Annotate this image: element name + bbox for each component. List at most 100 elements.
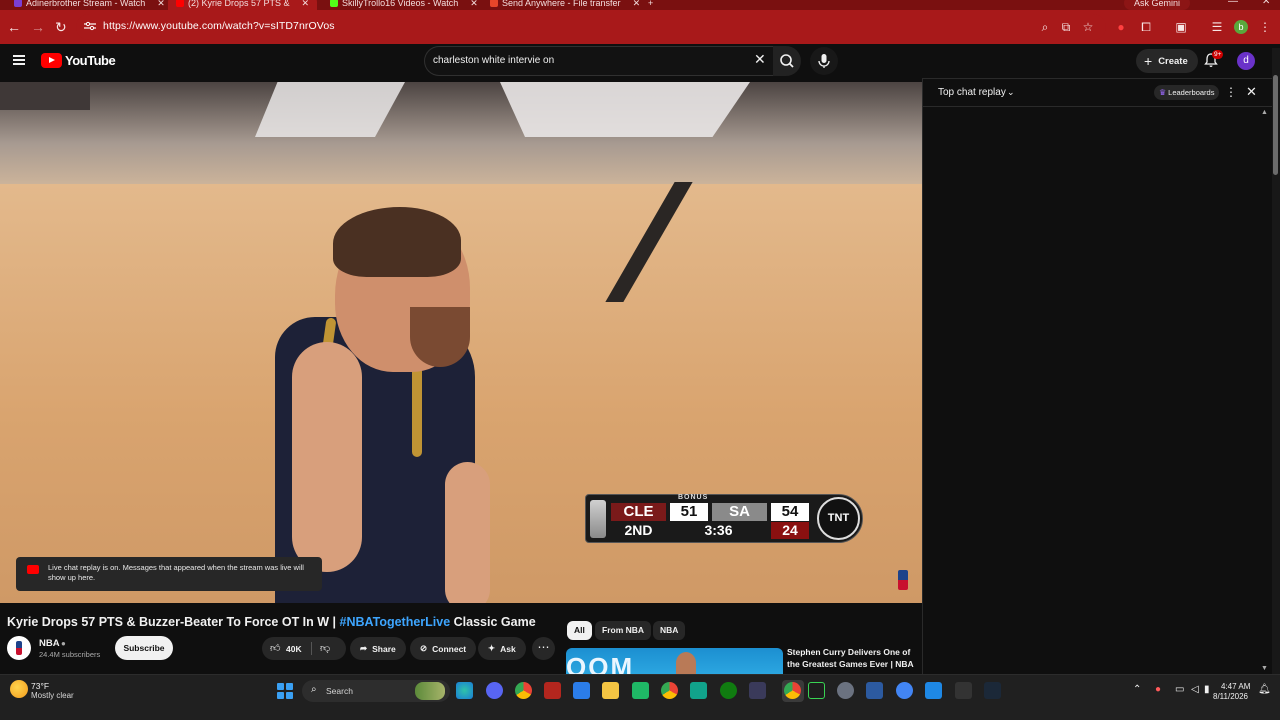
extension-red-icon[interactable]: ● (1114, 20, 1128, 34)
tab-close-icon[interactable]: ✕ (302, 0, 310, 9)
youtube-logo[interactable]: YouTube (41, 53, 116, 68)
microphone-tray-icon[interactable]: ● (1155, 684, 1161, 695)
xbox-icon[interactable] (720, 682, 737, 699)
zoom-icon[interactable]: ⌕ (1038, 20, 1052, 34)
close-window-icon[interactable]: ✕ (1262, 0, 1270, 7)
youtube-logo-text: YouTube (65, 53, 116, 68)
chrome-profile-icon[interactable] (661, 682, 678, 699)
reading-mode-icon[interactable]: ▣ (1174, 20, 1188, 34)
minimize-icon[interactable]: — (1228, 0, 1238, 7)
store-icon[interactable] (925, 682, 942, 699)
forward-arrow-icon[interactable]: → (31, 19, 45, 35)
browser-tab[interactable]: Send Anywhere - File transfer ✕ (490, 0, 640, 10)
tab-label: Send Anywhere - File transfer (502, 0, 621, 8)
video-title-suffix: Classic Game (450, 615, 536, 629)
react-app-icon[interactable] (749, 682, 766, 699)
clear-search-icon[interactable]: ✕ (754, 52, 766, 66)
weather-icon[interactable] (10, 680, 28, 698)
nvidia-icon[interactable] (808, 682, 825, 699)
chip-all[interactable]: All (567, 621, 592, 640)
clock-time[interactable]: 4:47 AM (1221, 682, 1250, 691)
volume-icon[interactable]: ◁ (1191, 684, 1199, 695)
tab-close-icon[interactable]: ✕ (157, 0, 165, 9)
connect-button[interactable]: ⊘ Connect (410, 637, 477, 660)
browser-tab[interactable]: SkillyTrollo16 Videos - Watch ✕ (330, 0, 478, 10)
green-app-icon[interactable] (632, 682, 649, 699)
notepad-icon[interactable] (573, 682, 590, 699)
chrome-icon[interactable] (515, 682, 532, 699)
back-arrow-icon[interactable]: ← (7, 19, 21, 35)
like-thumb-up-icon[interactable]: 👍︎ (270, 642, 280, 654)
browser-tab[interactable]: Adinerbrother Stream - Watch ✕ (14, 0, 165, 10)
tab-search-icon[interactable]: ☰ (1210, 20, 1224, 34)
create-button[interactable]: + Create (1136, 49, 1198, 73)
chat-scroll-up-icon[interactable]: ▲ (1261, 109, 1268, 116)
battery-icon[interactable]: ▮ (1204, 684, 1210, 695)
weather-description[interactable]: Mostly clear (31, 691, 74, 700)
edge-icon[interactable] (456, 682, 473, 699)
leaderboards-label: Leaderboards (1168, 88, 1215, 97)
discord-icon[interactable] (486, 682, 503, 699)
channel-avatar[interactable] (7, 636, 31, 660)
notification-center-icon[interactable]: 🔔︎ (1258, 684, 1271, 695)
bookmark-star-icon[interactable]: ☆ (1081, 20, 1095, 34)
dislike-thumb-down-icon[interactable]: 👎︎ (320, 642, 330, 654)
steam-icon[interactable] (984, 682, 1001, 699)
voice-search-button[interactable] (810, 47, 838, 75)
reload-icon[interactable]: ↻ (55, 19, 67, 35)
tab-close-icon[interactable]: ✕ (470, 0, 478, 9)
subscribe-button[interactable]: Subscribe (115, 636, 173, 660)
page-scrollbar-thumb[interactable] (1273, 75, 1278, 175)
windows-start-icon[interactable] (277, 683, 293, 699)
blue-app-icon[interactable] (896, 682, 913, 699)
chevron-down-icon[interactable]: ⌄ (1007, 87, 1015, 98)
file-explorer-icon[interactable] (602, 682, 619, 699)
recommended-video-thumbnail[interactable]: OOM (566, 648, 783, 674)
new-tab-button[interactable]: + (648, 0, 653, 10)
chip-nba[interactable]: NBA (653, 621, 686, 640)
ask-label: Ask (500, 643, 516, 654)
chat-more-options-icon[interactable]: ⋮ (1225, 85, 1237, 99)
microphone-icon (818, 54, 830, 68)
chat-mode-selector[interactable]: Top chat replay (938, 87, 1006, 98)
number-app-icon[interactable] (690, 682, 707, 699)
account-avatar[interactable]: d (1237, 52, 1255, 70)
like-count[interactable]: 40K (286, 644, 302, 654)
tab-close-icon[interactable]: ✕ (633, 0, 641, 9)
hamburger-menu-icon[interactable] (13, 55, 25, 65)
browser-menu-icon[interactable]: ⋮ (1258, 20, 1272, 34)
leaderboards-button[interactable]: ♛ Leaderboards (1154, 85, 1220, 100)
share-button[interactable]: ➦ Share (350, 637, 406, 660)
home-team-abbr: CLE (611, 503, 666, 521)
channel-name[interactable]: NBA (39, 638, 60, 649)
close-chat-icon[interactable]: ✕ (1246, 84, 1257, 100)
chip-from-nba[interactable]: From NBA (595, 621, 652, 640)
weather-temperature[interactable]: 73°F (31, 681, 49, 691)
extensions-puzzle-icon[interactable]: ⧠ (1139, 20, 1153, 34)
site-settings-icon[interactable] (84, 21, 96, 31)
recommended-video-title[interactable]: Stephen Curry Delivers One of the Greate… (787, 647, 917, 670)
cast-icon[interactable]: ⧉ (1059, 20, 1073, 34)
terminal-icon[interactable] (955, 682, 972, 699)
browser-profile-avatar[interactable]: b (1234, 20, 1248, 34)
window-app-icon[interactable] (866, 682, 883, 699)
settings-gear-icon[interactable] (837, 682, 854, 699)
away-team-abbr: SA (712, 503, 767, 521)
network-icon[interactable]: ▭ (1175, 684, 1184, 695)
browser-tab-active[interactable]: (2) Kyrie Drops 57 PTS & ✕ (168, 0, 318, 10)
ask-gemini-button[interactable]: Ask Gemini (1123, 0, 1190, 10)
thumbnail-player (676, 652, 696, 674)
tray-overflow-chevron-icon[interactable]: ⌃ (1133, 684, 1141, 695)
red-app-icon[interactable] (544, 682, 561, 699)
chat-scroll-down-icon[interactable]: ▼ (1261, 665, 1268, 672)
ask-button[interactable]: ✦ Ask (478, 637, 526, 660)
youtube-play-icon (27, 565, 39, 574)
arena-board (0, 82, 90, 110)
subscriber-count: 24.4M subscribers (39, 650, 101, 659)
clock-date[interactable]: 8/11/2026 (1213, 692, 1248, 701)
more-actions-icon[interactable]: ⋯ (532, 637, 555, 660)
search-button[interactable] (773, 46, 801, 76)
video-title-hashtag[interactable]: #NBATogetherLive (340, 615, 451, 629)
twitch-favicon-icon (14, 0, 22, 7)
chrome-active-icon[interactable] (784, 682, 801, 699)
